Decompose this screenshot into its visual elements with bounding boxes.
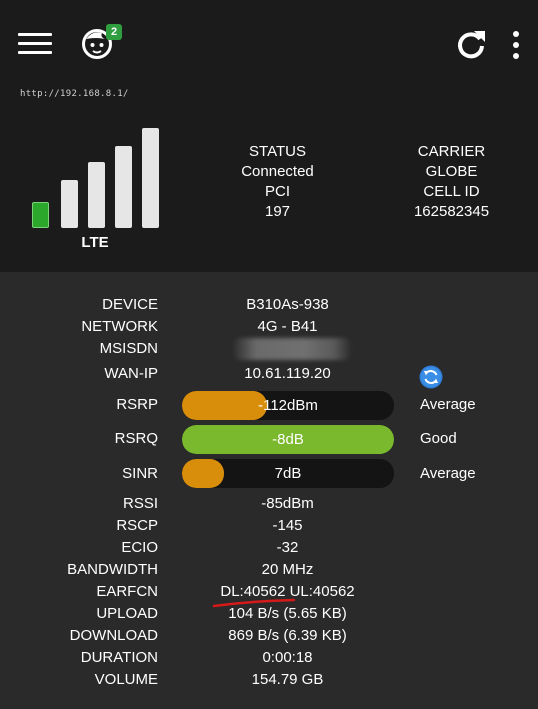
duration-value: 0:00:18 [262,649,313,666]
bandwidth-value: 20 MHz [261,561,314,578]
menu-icon[interactable] [18,33,52,55]
pci-value: 197 [264,203,291,220]
status-column: STATUS Connected PCI 197 [210,142,345,222]
wanip-value: 10.61.119.20 [244,365,331,382]
status-value: Connected [241,163,314,180]
wanip-label: WAN-IP [104,365,158,382]
upload-label: UPLOAD [96,605,158,622]
refresh-icon[interactable] [455,28,487,60]
volume-value: 154.79 GB [251,671,324,688]
rsrp-quality: Average [420,396,476,413]
wan-ip-refresh-icon[interactable] [419,365,443,389]
carrier-label: CARRIER [417,143,486,160]
signal-bar-2 [61,180,78,228]
notification-badge: 2 [106,24,122,40]
carrier-value: GLOBE [425,163,478,180]
status-label: STATUS [249,143,306,160]
rscp-value: -145 [272,517,303,534]
device-label: DEVICE [102,296,158,313]
download-value: 869 B/s (6.39 KB) [228,627,347,644]
network-label: NETWORK [81,318,158,335]
pci-label: PCI [264,183,290,200]
sinr-label: SINR [122,465,158,482]
bandwidth-label: BANDWIDTH [67,561,158,578]
network-value: 4G - B41 [257,318,318,335]
more-options-icon[interactable] [506,30,526,60]
earfcn-label: EARFCN [96,583,158,600]
signal-bar-5 [142,128,159,228]
device-value: B310As-938 [246,296,329,313]
network-technology: LTE [81,234,109,251]
upload-value: 104 B/s (5.65 KB) [228,605,347,622]
rsrq-label: RSRQ [114,430,158,447]
carrier-column: CARRIER GLOBE CELL ID 162582345 [384,142,519,222]
msisdn-label: MSISDN [99,340,158,357]
rssi-label: RSSI [122,495,158,512]
rssi-value: -85dBm [261,495,314,512]
rsrp-label: RSRP [116,396,158,413]
rsrp-value: -112dBm [258,397,318,414]
sinr-quality: Average [420,465,476,482]
sinr-meter: 7dB [182,459,394,488]
signal-bar-4 [115,146,132,228]
signal-bar-1 [32,202,49,228]
rsrp-meter: -112dBm [182,391,394,420]
volume-label: VOLUME [94,671,158,688]
rsrq-value: -8dB [272,431,304,448]
ecio-label: ECIO [121,539,158,556]
router-url[interactable]: http://192.168.8.1/ [20,89,129,99]
download-label: DOWNLOAD [69,627,158,644]
ecio-value: -32 [276,539,299,556]
sinr-value: 7dB [274,465,302,482]
duration-label: DURATION [80,649,158,666]
rscp-label: RSCP [116,517,158,534]
msisdn-redacted-value [232,338,352,360]
cellid-label: CELL ID [423,183,480,200]
rsrq-meter: -8dB [182,425,394,454]
cellid-value: 162582345 [413,203,490,220]
signal-bar-3 [88,162,105,228]
rsrq-quality: Good [420,430,457,447]
